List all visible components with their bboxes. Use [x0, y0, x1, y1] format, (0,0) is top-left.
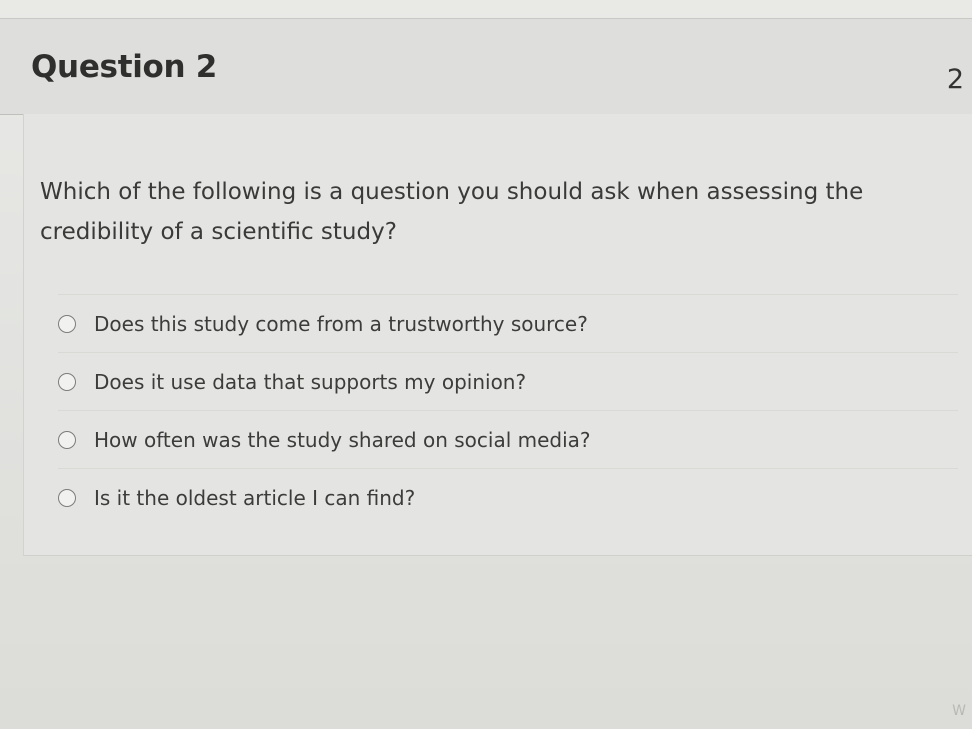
question-title: Question 2: [31, 49, 218, 85]
answer-option-2[interactable]: Does it use data that supports my opinio…: [58, 352, 958, 410]
answer-label: Does it use data that supports my opinio…: [94, 369, 527, 394]
answer-list: Does this study come from a trustworthy …: [58, 294, 958, 526]
radio-button[interactable]: [58, 488, 76, 507]
answer-option-4[interactable]: Is it the oldest article I can find?: [58, 468, 958, 526]
question-header: Question 2 2: [0, 18, 972, 115]
corner-watermark: W: [952, 703, 966, 719]
question-text: Which of the following is a question you…: [40, 179, 864, 245]
answer-option-3[interactable]: How often was the study shared on social…: [58, 410, 958, 468]
question-card: Question 2 2 Which of the following is a…: [0, 10, 972, 556]
answer-label: Is it the oldest article I can find?: [94, 485, 416, 510]
radio-button[interactable]: [58, 430, 76, 449]
answer-label: Does this study come from a trustworthy …: [94, 311, 588, 336]
answer-option-1[interactable]: Does this study come from a trustworthy …: [58, 294, 958, 352]
question-points: 2: [946, 64, 964, 95]
radio-button[interactable]: [58, 314, 76, 333]
answer-label: How often was the study shared on social…: [94, 427, 591, 452]
question-body: Which of the following is a question you…: [23, 114, 972, 556]
radio-button[interactable]: [58, 372, 76, 391]
